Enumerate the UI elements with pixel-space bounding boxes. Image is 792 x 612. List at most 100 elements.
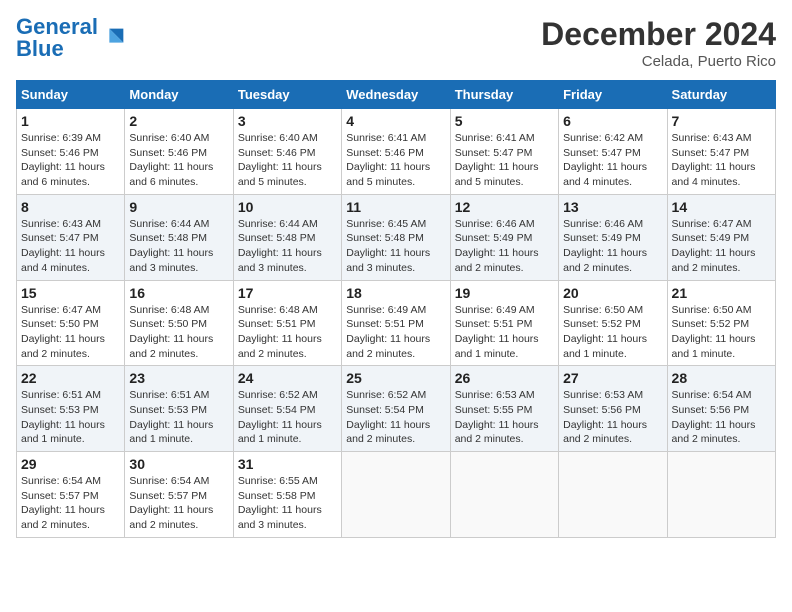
day-info: Sunrise: 6:43 AM Sunset: 5:47 PM Dayligh…: [21, 217, 120, 276]
calendar-cell: 11 Sunrise: 6:45 AM Sunset: 5:48 PM Dayl…: [342, 194, 450, 280]
daylight-text: Daylight: 11 hours and 3 minutes.: [238, 504, 322, 531]
day-info: Sunrise: 6:49 AM Sunset: 5:51 PM Dayligh…: [455, 303, 554, 362]
sunrise-text: Sunrise: 6:50 AM: [672, 304, 752, 316]
daylight-text: Daylight: 11 hours and 2 minutes.: [563, 247, 647, 274]
sunrise-text: Sunrise: 6:53 AM: [563, 389, 643, 401]
sunset-text: Sunset: 5:47 PM: [672, 147, 750, 159]
calendar-week-row: 15 Sunrise: 6:47 AM Sunset: 5:50 PM Dayl…: [17, 280, 776, 366]
calendar-cell: 9 Sunrise: 6:44 AM Sunset: 5:48 PM Dayli…: [125, 194, 233, 280]
day-number: 7: [672, 113, 771, 129]
day-number: 12: [455, 199, 554, 215]
sunrise-text: Sunrise: 6:43 AM: [672, 132, 752, 144]
month-year: December 2024: [541, 16, 776, 53]
sunrise-text: Sunrise: 6:49 AM: [346, 304, 426, 316]
sunrise-text: Sunrise: 6:47 AM: [672, 218, 752, 230]
day-number: 2: [129, 113, 228, 129]
daylight-text: Daylight: 11 hours and 3 minutes.: [346, 247, 430, 274]
day-info: Sunrise: 6:50 AM Sunset: 5:52 PM Dayligh…: [563, 303, 662, 362]
daylight-text: Daylight: 11 hours and 4 minutes.: [21, 247, 105, 274]
logo-text: General Blue: [16, 16, 98, 60]
daylight-text: Daylight: 11 hours and 2 minutes.: [129, 504, 213, 531]
location: Celada, Puerto Rico: [541, 53, 776, 70]
daylight-text: Daylight: 11 hours and 5 minutes.: [455, 161, 539, 188]
day-info: Sunrise: 6:46 AM Sunset: 5:49 PM Dayligh…: [563, 217, 662, 276]
day-header-wednesday: Wednesday: [342, 81, 450, 109]
calendar-cell: 3 Sunrise: 6:40 AM Sunset: 5:46 PM Dayli…: [233, 109, 341, 195]
calendar-cell: 2 Sunrise: 6:40 AM Sunset: 5:46 PM Dayli…: [125, 109, 233, 195]
sunset-text: Sunset: 5:48 PM: [238, 232, 316, 244]
day-number: 25: [346, 370, 445, 386]
calendar-cell: 31 Sunrise: 6:55 AM Sunset: 5:58 PM Dayl…: [233, 452, 341, 538]
sunrise-text: Sunrise: 6:44 AM: [238, 218, 318, 230]
day-info: Sunrise: 6:54 AM Sunset: 5:56 PM Dayligh…: [672, 388, 771, 447]
calendar-cell: 30 Sunrise: 6:54 AM Sunset: 5:57 PM Dayl…: [125, 452, 233, 538]
daylight-text: Daylight: 11 hours and 4 minutes.: [672, 161, 756, 188]
day-header-saturday: Saturday: [667, 81, 775, 109]
daylight-text: Daylight: 11 hours and 3 minutes.: [129, 247, 213, 274]
sunset-text: Sunset: 5:57 PM: [21, 490, 99, 502]
sunset-text: Sunset: 5:50 PM: [129, 318, 207, 330]
sunset-text: Sunset: 5:56 PM: [563, 404, 641, 416]
daylight-text: Daylight: 11 hours and 2 minutes.: [21, 333, 105, 360]
day-number: 16: [129, 285, 228, 301]
calendar-cell: 23 Sunrise: 6:51 AM Sunset: 5:53 PM Dayl…: [125, 366, 233, 452]
day-header-friday: Friday: [559, 81, 667, 109]
day-number: 4: [346, 113, 445, 129]
day-number: 15: [21, 285, 120, 301]
sunrise-text: Sunrise: 6:42 AM: [563, 132, 643, 144]
sunset-text: Sunset: 5:56 PM: [672, 404, 750, 416]
day-number: 29: [21, 456, 120, 472]
sunset-text: Sunset: 5:50 PM: [21, 318, 99, 330]
sunset-text: Sunset: 5:52 PM: [563, 318, 641, 330]
day-number: 23: [129, 370, 228, 386]
daylight-text: Daylight: 11 hours and 2 minutes.: [129, 333, 213, 360]
sunrise-text: Sunrise: 6:52 AM: [346, 389, 426, 401]
daylight-text: Daylight: 11 hours and 6 minutes.: [129, 161, 213, 188]
day-info: Sunrise: 6:51 AM Sunset: 5:53 PM Dayligh…: [21, 388, 120, 447]
calendar-cell: 29 Sunrise: 6:54 AM Sunset: 5:57 PM Dayl…: [17, 452, 125, 538]
sunrise-text: Sunrise: 6:46 AM: [563, 218, 643, 230]
day-info: Sunrise: 6:54 AM Sunset: 5:57 PM Dayligh…: [129, 474, 228, 533]
day-info: Sunrise: 6:48 AM Sunset: 5:51 PM Dayligh…: [238, 303, 337, 362]
sunrise-text: Sunrise: 6:51 AM: [129, 389, 209, 401]
daylight-text: Daylight: 11 hours and 5 minutes.: [238, 161, 322, 188]
day-info: Sunrise: 6:41 AM Sunset: 5:46 PM Dayligh…: [346, 131, 445, 190]
sunrise-text: Sunrise: 6:50 AM: [563, 304, 643, 316]
day-number: 19: [455, 285, 554, 301]
calendar-cell: 10 Sunrise: 6:44 AM Sunset: 5:48 PM Dayl…: [233, 194, 341, 280]
day-info: Sunrise: 6:52 AM Sunset: 5:54 PM Dayligh…: [238, 388, 337, 447]
day-number: 17: [238, 285, 337, 301]
day-info: Sunrise: 6:41 AM Sunset: 5:47 PM Dayligh…: [455, 131, 554, 190]
calendar-week-row: 29 Sunrise: 6:54 AM Sunset: 5:57 PM Dayl…: [17, 452, 776, 538]
day-info: Sunrise: 6:48 AM Sunset: 5:50 PM Dayligh…: [129, 303, 228, 362]
day-header-tuesday: Tuesday: [233, 81, 341, 109]
sunset-text: Sunset: 5:49 PM: [455, 232, 533, 244]
day-info: Sunrise: 6:49 AM Sunset: 5:51 PM Dayligh…: [346, 303, 445, 362]
day-info: Sunrise: 6:39 AM Sunset: 5:46 PM Dayligh…: [21, 131, 120, 190]
day-number: 26: [455, 370, 554, 386]
sunset-text: Sunset: 5:49 PM: [672, 232, 750, 244]
day-number: 14: [672, 199, 771, 215]
day-number: 22: [21, 370, 120, 386]
calendar-cell: [450, 452, 558, 538]
calendar-cell: [342, 452, 450, 538]
day-info: Sunrise: 6:47 AM Sunset: 5:49 PM Dayligh…: [672, 217, 771, 276]
daylight-text: Daylight: 11 hours and 2 minutes.: [563, 419, 647, 446]
sunset-text: Sunset: 5:52 PM: [672, 318, 750, 330]
calendar-cell: 28 Sunrise: 6:54 AM Sunset: 5:56 PM Dayl…: [667, 366, 775, 452]
daylight-text: Daylight: 11 hours and 2 minutes.: [21, 504, 105, 531]
sunset-text: Sunset: 5:51 PM: [238, 318, 316, 330]
sunset-text: Sunset: 5:53 PM: [129, 404, 207, 416]
daylight-text: Daylight: 11 hours and 1 minute.: [563, 333, 647, 360]
sunset-text: Sunset: 5:51 PM: [346, 318, 424, 330]
sunrise-text: Sunrise: 6:52 AM: [238, 389, 318, 401]
daylight-text: Daylight: 11 hours and 2 minutes.: [455, 247, 539, 274]
daylight-text: Daylight: 11 hours and 2 minutes.: [672, 419, 756, 446]
title-block: December 2024 Celada, Puerto Rico: [541, 16, 776, 70]
page-header: General Blue December 2024 Celada, Puert…: [16, 16, 776, 70]
logo-icon: [100, 24, 128, 52]
day-header-thursday: Thursday: [450, 81, 558, 109]
calendar-week-row: 1 Sunrise: 6:39 AM Sunset: 5:46 PM Dayli…: [17, 109, 776, 195]
daylight-text: Daylight: 11 hours and 1 minute.: [129, 419, 213, 446]
sunrise-text: Sunrise: 6:49 AM: [455, 304, 535, 316]
